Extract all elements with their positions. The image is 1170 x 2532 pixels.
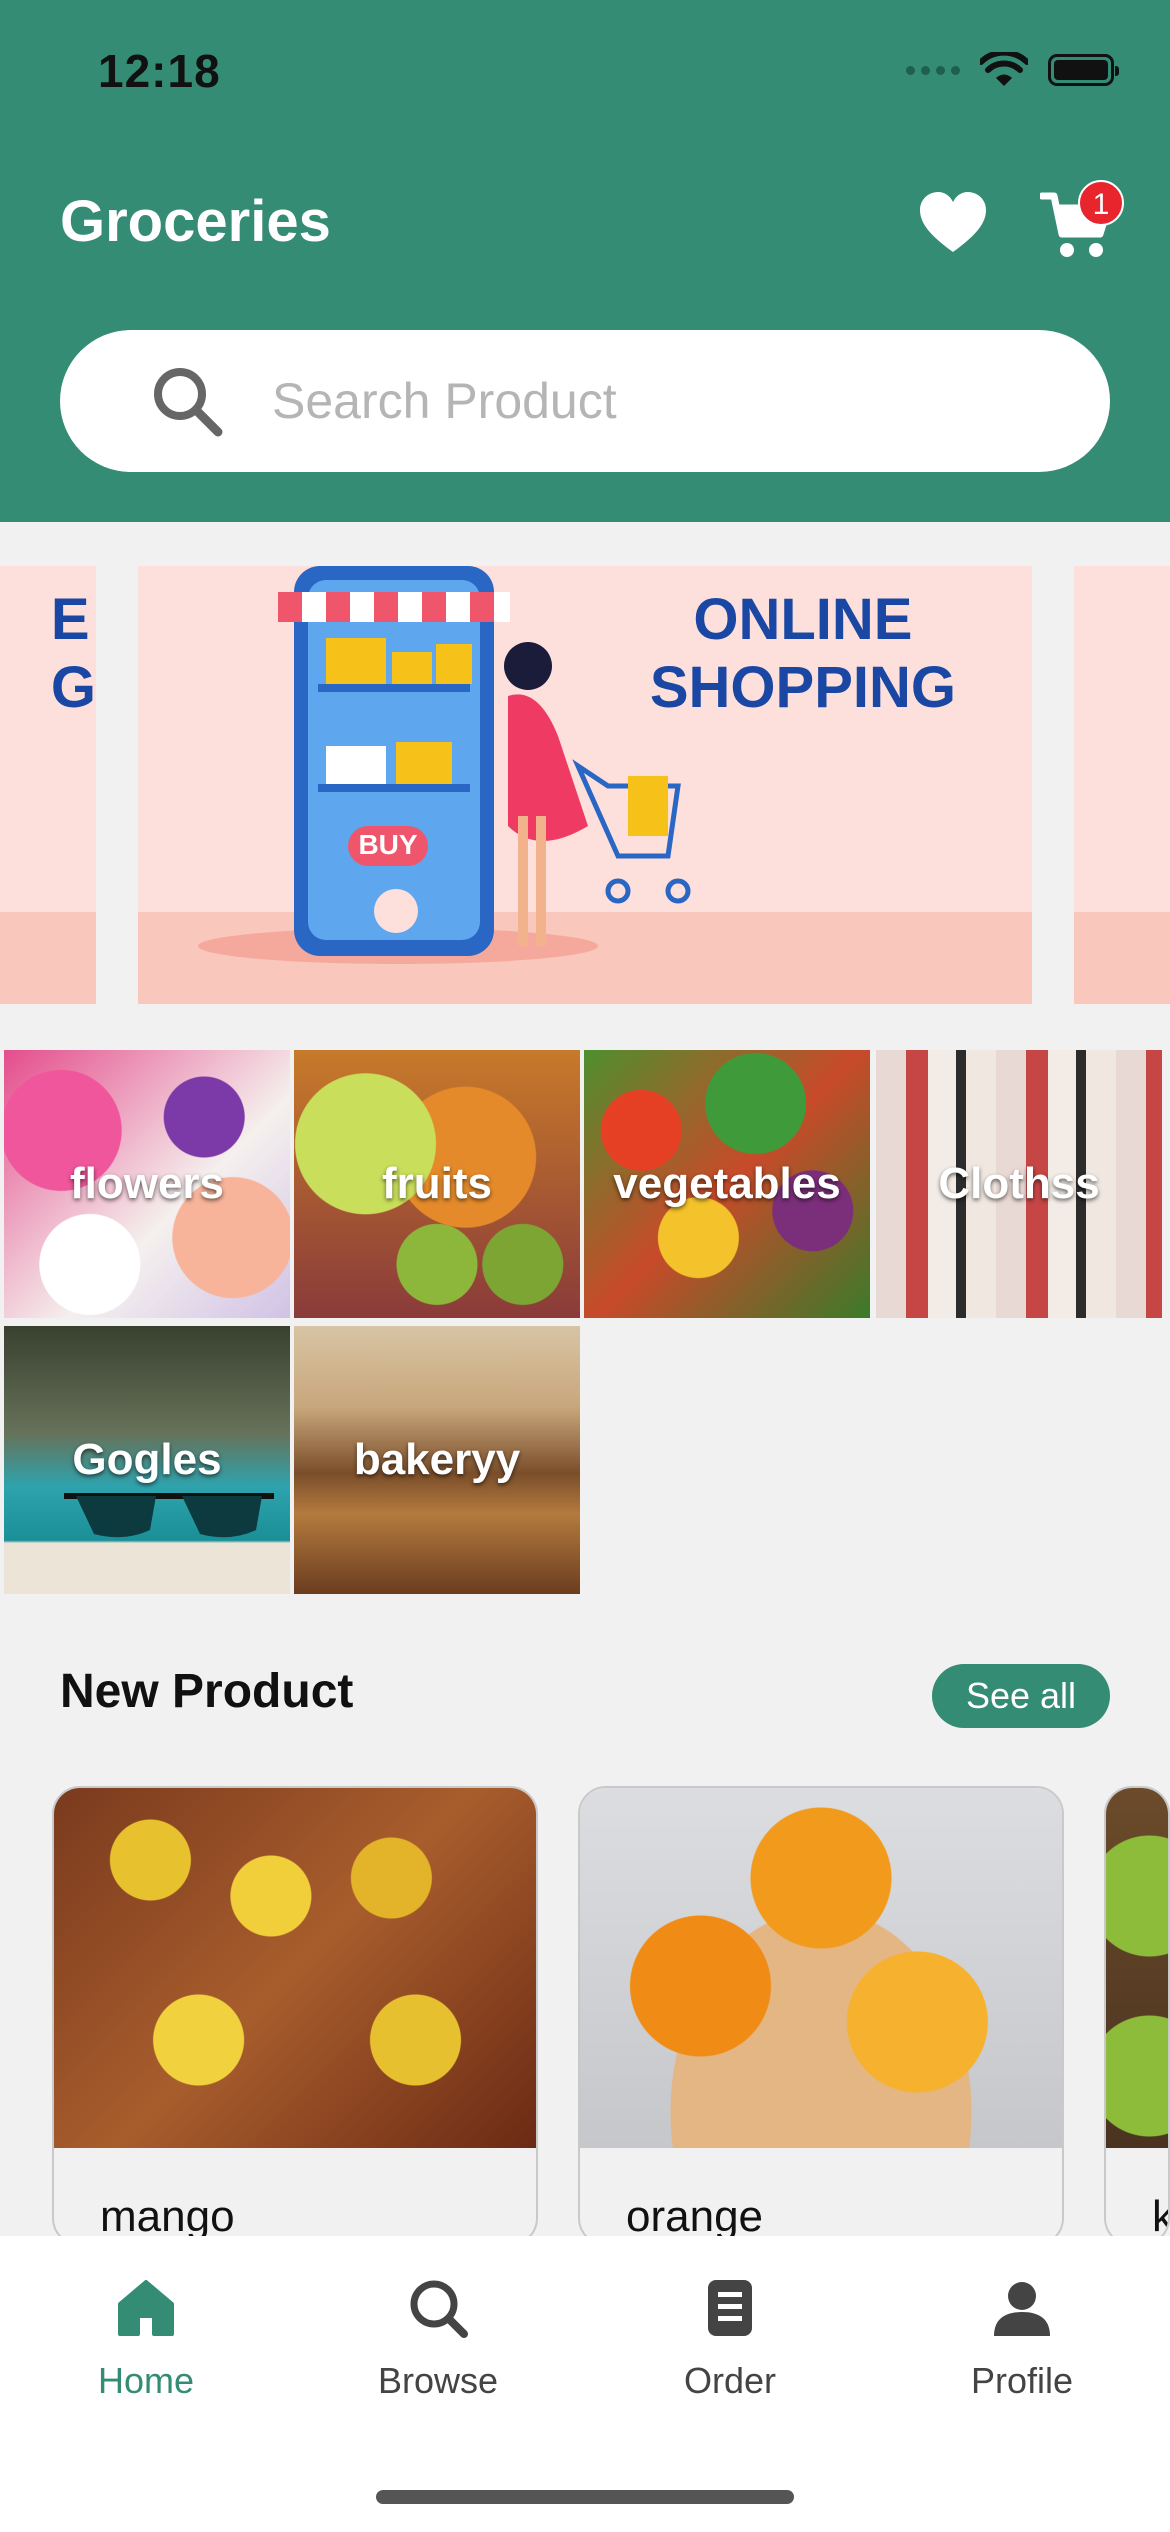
wifi-icon — [980, 52, 1028, 86]
product-image — [54, 1788, 536, 2148]
cellular-signal-icon — [906, 65, 960, 75]
tab-browse[interactable]: Browse — [308, 2276, 568, 2402]
category-label: Clothss — [938, 1159, 1100, 1208]
product-name: k — [1152, 2192, 1168, 2242]
app-header: 12:18 Groceries 1 — [0, 0, 1170, 522]
banner-slide-next[interactable] — [1074, 566, 1170, 1004]
cart-count-badge: 1 — [1078, 180, 1124, 226]
category-label: Gogles — [72, 1435, 222, 1484]
category-label: bakeryy — [353, 1435, 521, 1484]
category-label: vegetables — [613, 1159, 841, 1208]
tab-label: Browse — [377, 2360, 499, 2401]
person-icon — [994, 2282, 1050, 2336]
category-tile-fruits[interactable]: fruits — [294, 1050, 580, 1318]
product-card-mango[interactable]: mango — [52, 1786, 538, 2246]
see-all-button[interactable]: See all — [932, 1664, 1110, 1728]
category-tile-vegetables[interactable]: vegetables — [584, 1050, 870, 1318]
banner-slide-online-shopping[interactable]: BUY ONLINE SHOPPING — [138, 566, 1032, 1004]
category-label: flowers — [69, 1159, 225, 1208]
tab-home[interactable]: Home — [16, 2276, 276, 2402]
category-tile-clothes[interactable]: Clothss — [876, 1050, 1162, 1318]
search-input[interactable] — [272, 372, 1032, 430]
page-title: Groceries — [60, 189, 331, 254]
tab-label: Home — [97, 2360, 195, 2401]
product-card-orange[interactable]: orange — [578, 1786, 1064, 2246]
status-time: 12:18 — [98, 45, 221, 97]
section-title-new-product: New Product — [60, 1665, 354, 1718]
product-name: orange — [626, 2192, 764, 2241]
tab-profile[interactable]: Profile — [892, 2276, 1152, 2402]
document-icon — [708, 2280, 752, 2336]
bottom-tab-bar: Home Browse Order Profile — [0, 2236, 1170, 2532]
product-image — [1106, 1788, 1168, 2148]
tab-label: Order — [683, 2360, 777, 2401]
home-icon — [118, 2280, 174, 2336]
banner-slide-previous[interactable]: E G — [0, 566, 96, 1004]
heart-icon[interactable] — [918, 190, 988, 256]
search-icon — [410, 2280, 468, 2338]
banner-previous-title: E G — [50, 587, 96, 720]
status-icons — [906, 52, 1119, 88]
product-card-kiwi[interactable]: k — [1104, 1786, 1170, 2246]
battery-icon — [1048, 54, 1119, 86]
sunglasses-image — [64, 1493, 274, 1538]
category-tile-bakery[interactable]: bakeryy — [294, 1326, 580, 1594]
category-tile-flowers[interactable]: flowers — [4, 1050, 290, 1318]
banner-title: ONLINE SHOPPING — [649, 587, 956, 720]
tab-label: Profile — [970, 2360, 1074, 2401]
search-icon — [154, 368, 223, 437]
product-name: mango — [100, 2192, 235, 2241]
home-indicator[interactable] — [376, 2490, 794, 2504]
search-bar[interactable] — [60, 330, 1110, 472]
category-label: fruits — [382, 1159, 492, 1208]
tab-order[interactable]: Order — [600, 2276, 860, 2402]
category-tile-goggles[interactable]: Gogles — [4, 1326, 290, 1594]
product-image — [580, 1788, 1062, 2148]
phone-buy-label: BUY — [358, 829, 417, 860]
